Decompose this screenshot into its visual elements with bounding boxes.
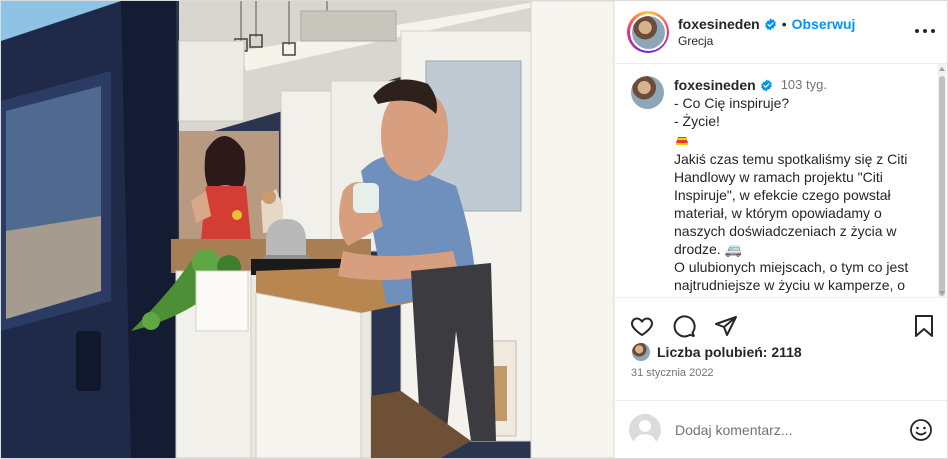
caption-avatar[interactable] xyxy=(631,76,664,109)
action-bar xyxy=(615,298,947,353)
caption-line: - Co Cię inspiruje? xyxy=(674,95,790,111)
comment-button[interactable] xyxy=(671,313,697,339)
more-dot-2 xyxy=(923,29,927,33)
post-side-panel: foxesineden • Obserwuj Grecja foxesinede… xyxy=(614,1,947,458)
caption-header: foxesineden 103 tyg. xyxy=(674,76,933,94)
smiley-icon[interactable] xyxy=(909,418,933,442)
header-text: foxesineden • Obserwuj Grecja xyxy=(678,16,855,48)
more-dot-3 xyxy=(931,29,935,33)
scroll-up-arrow-icon[interactable] xyxy=(939,67,945,71)
follow-button[interactable]: Obserwuj xyxy=(792,16,856,32)
paper-plane-icon xyxy=(715,315,737,336)
caption-emoji-line xyxy=(674,130,933,150)
heart-icon xyxy=(631,316,653,336)
post-date[interactable]: 31 stycznia 2022 xyxy=(615,361,947,379)
instagram-post-dialog: foxesineden • Obserwuj Grecja foxesinede… xyxy=(0,0,948,459)
post-photo[interactable] xyxy=(1,1,614,458)
caption-line: - Życie! xyxy=(674,113,720,129)
verified-badge-icon xyxy=(764,18,776,30)
header-first-line: foxesineden • Obserwuj xyxy=(678,16,855,32)
verified-badge-icon xyxy=(760,79,772,91)
author-username[interactable]: foxesineden xyxy=(678,16,760,32)
avatar-image xyxy=(631,15,665,49)
comments-scrollbar[interactable] xyxy=(938,64,946,297)
more-dot-1 xyxy=(915,29,919,33)
like-button[interactable] xyxy=(629,313,655,339)
avatar-ring-inner xyxy=(629,13,667,51)
separator-dot: • xyxy=(781,16,787,32)
caption-body: foxesineden 103 tyg. - Co Cię inspiruje?… xyxy=(674,76,933,294)
post-location[interactable]: Grecja xyxy=(678,34,855,48)
caption-row: foxesineden 103 tyg. - Co Cię inspiruje?… xyxy=(631,76,933,294)
comments-section[interactable]: foxesineden 103 tyg. - Co Cię inspiruje?… xyxy=(615,64,947,298)
scroll-thumb[interactable] xyxy=(939,76,945,296)
bookmark-icon xyxy=(915,314,933,337)
post-photo-illustration xyxy=(1,1,614,458)
save-button[interactable] xyxy=(911,313,937,339)
scroll-down-arrow-icon[interactable] xyxy=(939,291,945,295)
caption-line: Jakiś czas temu spotkaliśmy się z Citi H… xyxy=(674,151,908,257)
caption-line: O ulubionych miejscach, o tym co jest na… xyxy=(674,259,909,293)
comment-icon xyxy=(673,314,696,337)
add-comment-bar xyxy=(615,400,947,458)
post-header: foxesineden • Obserwuj Grecja xyxy=(615,1,947,64)
author-avatar[interactable] xyxy=(627,11,669,53)
current-user-avatar xyxy=(629,413,661,446)
comment-input[interactable] xyxy=(675,421,895,438)
share-button[interactable] xyxy=(713,313,739,339)
caption-time[interactable]: 103 tyg. xyxy=(781,76,827,94)
warning-sign-emoji-icon xyxy=(676,137,688,145)
caption-username[interactable]: foxesineden xyxy=(674,76,756,94)
more-options-icon[interactable] xyxy=(915,23,935,39)
